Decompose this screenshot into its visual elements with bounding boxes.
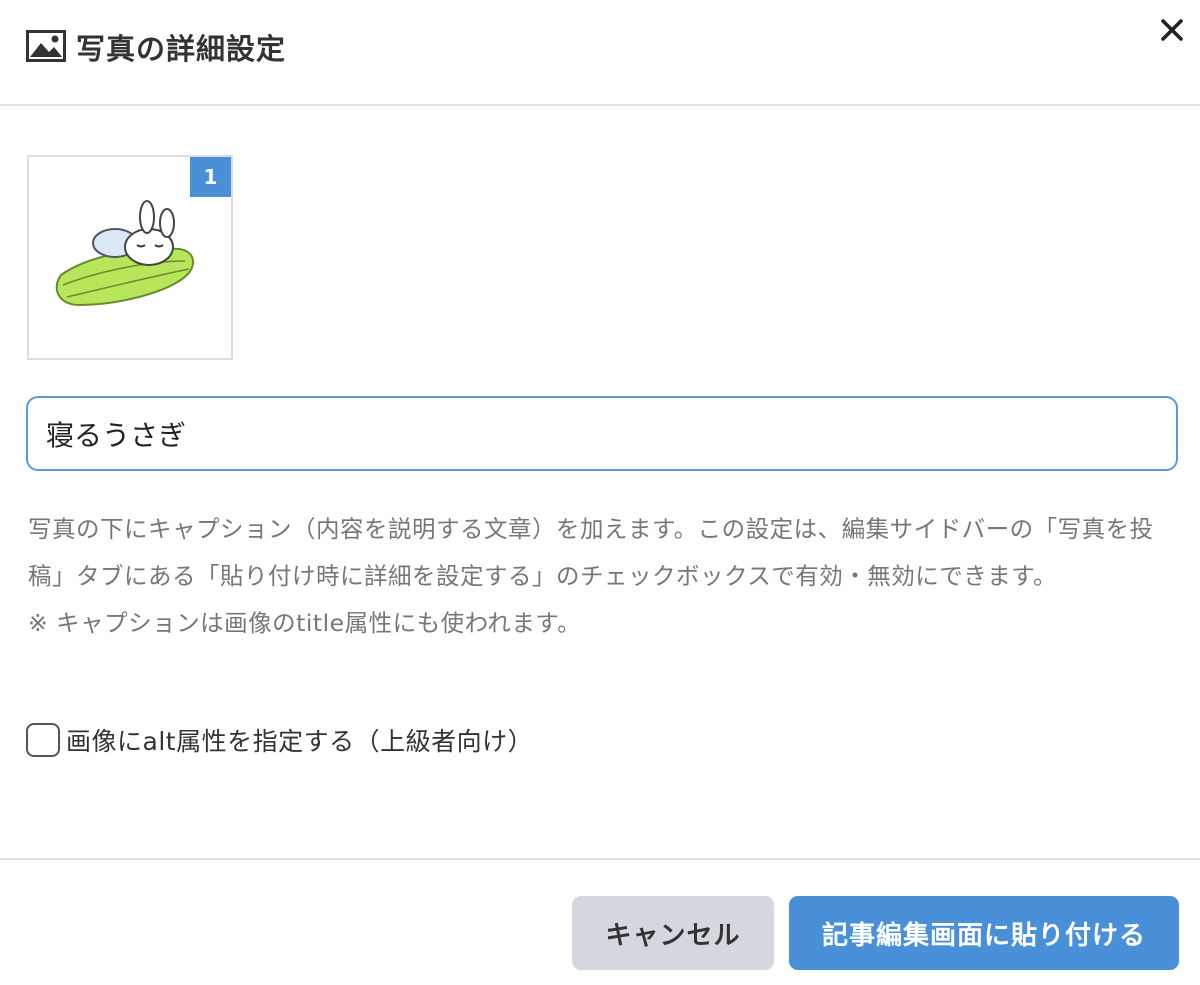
alt-attribute-option[interactable]: 画像にalt属性を指定する（上級者向け） xyxy=(26,722,533,758)
alt-attribute-label: 画像にalt属性を指定する（上級者向け） xyxy=(66,727,534,756)
caption-help-text: 写真の下にキャプション（内容を説明する文章）を加えます。この設定は、編集サイドバ… xyxy=(28,515,1154,590)
cancel-button[interactable]: キャンセル xyxy=(572,896,774,970)
photo-settings-dialog: 写真の詳細設定 1 写真の下にキャプション（内容を説明する文章）を xyxy=(0,0,1200,985)
dialog-footer: キャンセル 記事編集画面に貼り付ける xyxy=(0,858,1200,985)
photo-thumbnail[interactable]: 1 xyxy=(27,155,233,360)
photo-count-badge: 1 xyxy=(190,157,231,197)
paste-to-editor-button[interactable]: 記事編集画面に貼り付ける xyxy=(789,896,1179,970)
caption-input[interactable] xyxy=(26,396,1178,471)
dialog-title: 写真の詳細設定 xyxy=(76,32,287,66)
image-icon xyxy=(26,30,66,62)
close-button[interactable] xyxy=(1154,12,1190,48)
close-icon xyxy=(1161,19,1183,41)
caption-title-note: ※ キャプションは画像のtitle属性にも使われます。 xyxy=(28,609,582,637)
alt-attribute-checkbox[interactable] xyxy=(26,723,60,757)
dialog-header: 写真の詳細設定 xyxy=(0,0,1200,106)
help-section: 写真の下にキャプション（内容を説明する文章）を加えます。この設定は、編集サイドバ… xyxy=(28,506,1178,647)
